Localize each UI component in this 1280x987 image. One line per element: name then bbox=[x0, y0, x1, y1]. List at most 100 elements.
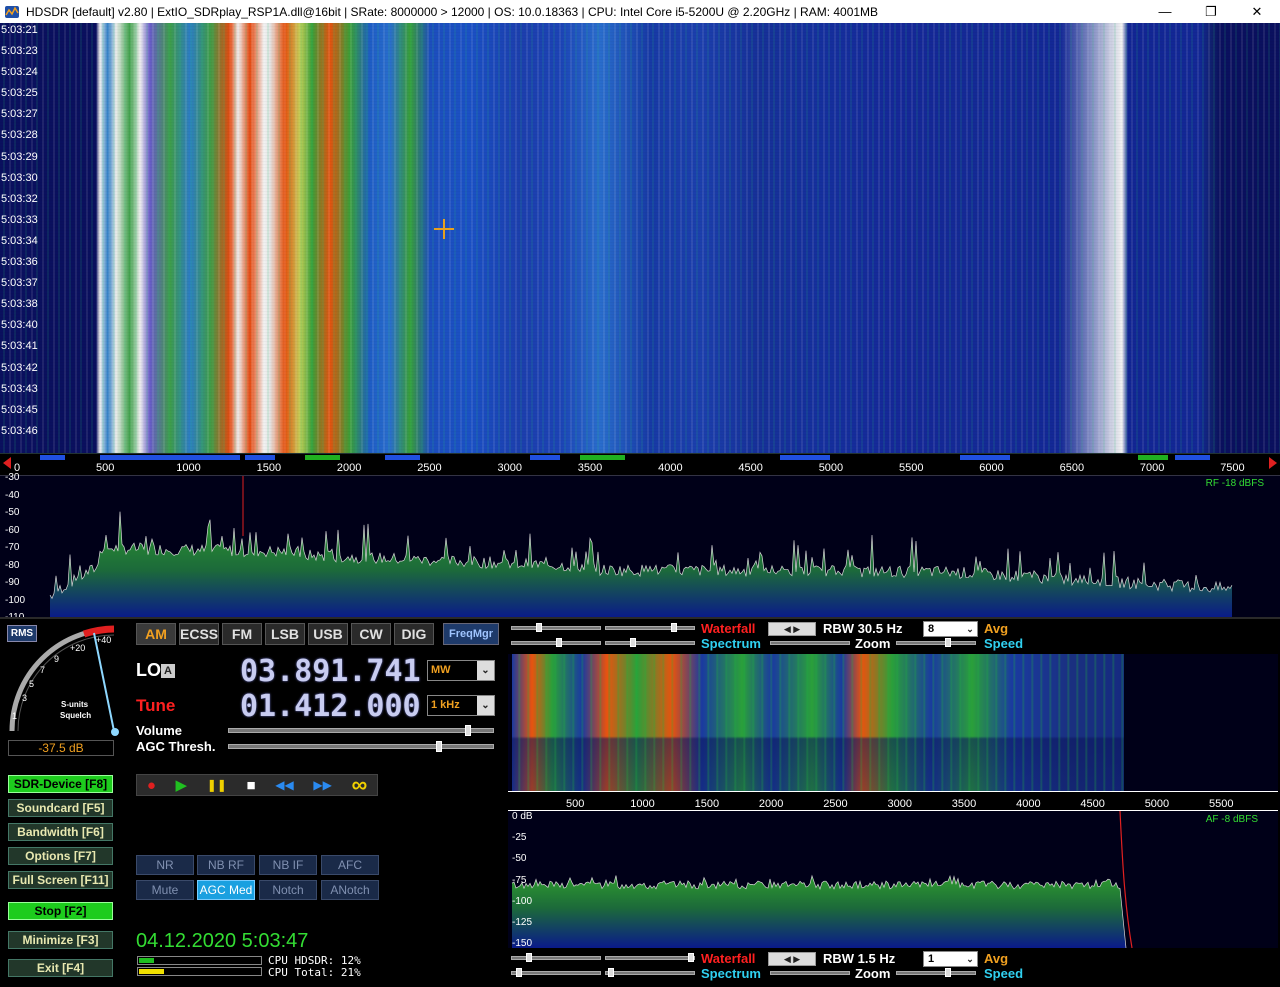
slider-thumb[interactable] bbox=[630, 638, 636, 647]
af-spectrum[interactable]: 0 dB -25 -50 -75 -100 -125 -150 AF -8 dBFS bbox=[508, 811, 1278, 949]
minimize-button[interactable]: Minimize [F3] bbox=[8, 931, 113, 949]
nr-button[interactable]: NR bbox=[136, 855, 194, 875]
waterfall-timestamp: 5:03:23 bbox=[1, 45, 38, 58]
rbw-stepper-2[interactable]: ◀ ▶ bbox=[768, 952, 816, 966]
speed-slider[interactable] bbox=[896, 641, 976, 645]
tune-frequency-display[interactable]: 01.412.000 bbox=[240, 689, 421, 724]
waterfall-brightness-slider[interactable] bbox=[511, 626, 601, 630]
exit-button[interactable]: Exit [F4] bbox=[8, 959, 113, 977]
waterfall-timestamp: 5:03:40 bbox=[1, 319, 38, 332]
af-level-label: AF -8 dBFS bbox=[1205, 814, 1258, 825]
afc-button[interactable]: AFC bbox=[321, 855, 379, 875]
agc-threshold-slider[interactable] bbox=[228, 744, 494, 749]
soundcard-button[interactable]: Soundcard [F5] bbox=[8, 799, 113, 817]
zoom-slider[interactable] bbox=[770, 641, 850, 645]
mode-fm-button[interactable]: FM bbox=[222, 623, 262, 645]
af-waterfall[interactable] bbox=[508, 654, 1278, 791]
mute-button[interactable]: Mute bbox=[136, 880, 194, 900]
avg-dropdown-2[interactable]: 1 ⌄ bbox=[923, 951, 978, 967]
tuning-crosshair[interactable] bbox=[434, 219, 454, 239]
bandwidth-button[interactable]: Bandwidth [F6] bbox=[8, 823, 113, 841]
agc-threshold-slider-thumb[interactable] bbox=[436, 741, 442, 752]
rbw-stepper[interactable]: ◀ ▶ bbox=[768, 622, 816, 636]
pause-icon[interactable]: ❚❚ bbox=[207, 778, 227, 792]
minimize-window-button[interactable]: — bbox=[1142, 0, 1188, 23]
slider-thumb[interactable] bbox=[556, 638, 562, 647]
volume-slider[interactable] bbox=[228, 728, 494, 733]
frequency-tick-label: 6000 bbox=[979, 462, 1004, 474]
scroll-right-arrow-icon[interactable] bbox=[1269, 457, 1277, 469]
fast-forward-icon[interactable]: ▶▶ bbox=[313, 778, 331, 792]
rbw-label: RBW 30.5 Hz bbox=[823, 621, 903, 636]
af-waterfall-toolbar: Waterfall Spectrum ◀ ▶ RBW 30.5 Hz Zoom … bbox=[508, 621, 1278, 651]
notch-button[interactable]: Notch bbox=[259, 880, 317, 900]
tune-step-dropdown[interactable]: 1 kHz ⌄ bbox=[427, 695, 495, 716]
nb-if-button[interactable]: NB IF bbox=[259, 855, 317, 875]
cpu-total-fill bbox=[139, 969, 165, 974]
agc-threshold-label: AGC Thresh. bbox=[136, 739, 216, 754]
rewind-icon[interactable]: ◀◀ bbox=[275, 778, 293, 792]
zoom-slider-2[interactable] bbox=[770, 971, 850, 975]
rms-button[interactable]: RMS bbox=[7, 625, 37, 642]
avg-dropdown[interactable]: 8 ⌄ bbox=[923, 621, 978, 637]
frequency-scale-labels: 0 500 1000 1500 2000 2500 3000 3500 4000 4500 5000… bbox=[0, 454, 1280, 476]
slider-thumb[interactable] bbox=[536, 623, 542, 632]
record-icon[interactable]: ● bbox=[147, 777, 156, 794]
frequency-tick-label: 500 bbox=[96, 462, 115, 474]
loop-icon[interactable]: ∞ bbox=[351, 772, 367, 798]
stop-icon[interactable]: ■ bbox=[247, 777, 256, 794]
slider-thumb[interactable] bbox=[608, 968, 614, 977]
spectrum-contrast-slider[interactable] bbox=[605, 641, 695, 645]
slider-thumb[interactable] bbox=[526, 953, 532, 962]
lo-a-badge[interactable]: A bbox=[161, 664, 175, 678]
mode-dig-button[interactable]: DIG bbox=[394, 623, 434, 645]
nb-rf-button[interactable]: NB RF bbox=[197, 855, 255, 875]
volume-slider-thumb[interactable] bbox=[464, 725, 471, 736]
sdr-device-button[interactable]: SDR-Device [F8] bbox=[8, 775, 113, 793]
anotch-button[interactable]: ANotch bbox=[321, 880, 379, 900]
slider-thumb[interactable] bbox=[945, 968, 951, 977]
waterfall-timestamp: 5:03:27 bbox=[1, 108, 38, 121]
mode-am-button[interactable]: AM bbox=[136, 623, 176, 645]
mode-ecss-button[interactable]: ECSS bbox=[179, 623, 219, 645]
freqmgr-button[interactable]: FreqMgr bbox=[443, 623, 499, 645]
mode-lsb-button[interactable]: LSB bbox=[265, 623, 305, 645]
lo-band-dropdown[interactable]: MW ⌄ bbox=[427, 660, 495, 681]
play-icon[interactable]: ▶ bbox=[176, 776, 188, 794]
waterfall-contrast-slider-2[interactable] bbox=[605, 956, 695, 960]
slider-thumb[interactable] bbox=[671, 623, 677, 632]
chevron-down-icon: ⌄ bbox=[477, 661, 494, 680]
rf-spectrum[interactable]: -30-40-50-60-70-80-90-100-110 RF -18 dBF… bbox=[0, 472, 1280, 623]
lo-frequency-display[interactable]: 03.891.741 bbox=[240, 654, 421, 689]
spectrum-contrast-slider-2[interactable] bbox=[605, 971, 695, 975]
cpu-hdsdr-bar bbox=[137, 956, 262, 965]
frequency-scale[interactable]: 0 500 1000 1500 2000 2500 3000 3500 4000 4500 5000… bbox=[0, 453, 1280, 475]
stop-button[interactable]: Stop [F2] bbox=[8, 902, 113, 920]
af-db-label: -125 bbox=[512, 917, 533, 928]
mode-usb-button[interactable]: USB bbox=[308, 623, 348, 645]
spectrum-brightness-slider-2[interactable] bbox=[511, 971, 601, 975]
speed-slider-2[interactable] bbox=[896, 971, 976, 975]
slider-thumb[interactable] bbox=[945, 638, 951, 647]
main-waterfall[interactable]: 5:03:21 5:03:23 5:03:24 5:03:25 5:03:27 5:03:… bbox=[0, 23, 1280, 453]
options-button[interactable]: Options [F7] bbox=[8, 847, 113, 865]
mode-cw-button[interactable]: CW bbox=[351, 623, 391, 645]
maximize-window-button[interactable]: ❐ bbox=[1188, 0, 1234, 23]
slider-thumb[interactable] bbox=[516, 968, 522, 977]
chevron-down-icon: ⌄ bbox=[966, 624, 974, 634]
frequency-tick-label: 4000 bbox=[658, 462, 683, 474]
waterfall-timestamp: 5:03:30 bbox=[1, 171, 38, 184]
waterfall-contrast-slider[interactable] bbox=[605, 626, 695, 630]
af-frequency-tick-label: 3000 bbox=[887, 798, 912, 810]
af-db-label: -100 bbox=[512, 895, 533, 907]
af-frequency-tick-label: 4000 bbox=[1016, 798, 1041, 810]
rf-db-label: -80 bbox=[5, 559, 20, 571]
waterfall-timestamp: 5:03:43 bbox=[1, 382, 38, 395]
full-screen-button[interactable]: Full Screen [F11] bbox=[8, 871, 113, 889]
waterfall-brightness-slider-2[interactable] bbox=[511, 956, 601, 960]
close-window-button[interactable]: ✕ bbox=[1234, 0, 1280, 23]
agc-med-button[interactable]: AGC Med bbox=[197, 880, 255, 900]
waterfall-label: Waterfall bbox=[701, 621, 756, 636]
waterfall-timestamp: 5:03:32 bbox=[1, 192, 38, 205]
slider-thumb[interactable] bbox=[688, 953, 694, 962]
